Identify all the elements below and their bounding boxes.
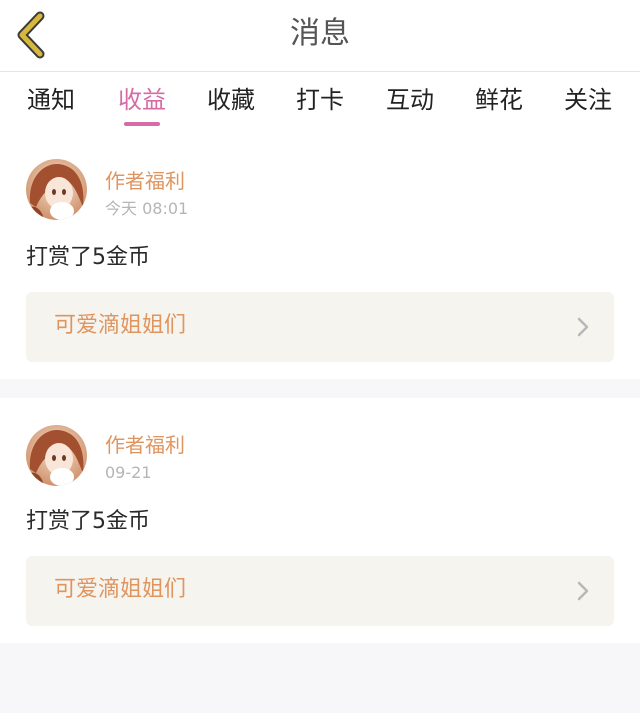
chevron-left-icon xyxy=(17,11,45,59)
message-time: 今天 08:01 xyxy=(105,199,189,218)
tab-checkin[interactable]: 打卡 xyxy=(285,84,355,116)
tab-flowers[interactable]: 鲜花 xyxy=(464,84,534,116)
back-button[interactable] xyxy=(12,10,56,60)
tab-earnings[interactable]: 收益 xyxy=(107,84,177,116)
linked-content-title: 可爱滴姐姐们 xyxy=(54,577,187,602)
tab-following[interactable]: 关注 xyxy=(553,84,623,116)
avatar[interactable] xyxy=(26,425,87,486)
message-text: 打赏了5金币 xyxy=(26,509,150,534)
page-title: 消息 xyxy=(290,16,350,51)
active-tab-indicator xyxy=(124,122,160,126)
message-text: 打赏了5金币 xyxy=(26,245,150,270)
message-card: 作者福利 09-21 打赏了5金币 可爱滴姐姐们 xyxy=(0,398,640,643)
chevron-right-icon xyxy=(577,581,589,601)
linked-content-item[interactable]: 可爱滴姐姐们 xyxy=(26,292,614,362)
author-name: 作者福利 xyxy=(105,433,185,457)
message-card: 作者福利 今天 08:01 打赏了5金币 可爱滴姐姐们 xyxy=(0,132,640,379)
avatar[interactable] xyxy=(26,159,87,220)
tab-bar: 通知 收益 收藏 打卡 互动 鲜花 关注 xyxy=(0,72,640,132)
tab-favorites[interactable]: 收藏 xyxy=(196,84,266,116)
message-time: 09-21 xyxy=(105,463,152,482)
linked-content-title: 可爱滴姐姐们 xyxy=(54,313,187,338)
tab-notifications[interactable]: 通知 xyxy=(16,84,86,116)
chevron-right-icon xyxy=(577,317,589,337)
author-name: 作者福利 xyxy=(105,169,185,193)
linked-content-item[interactable]: 可爱滴姐姐们 xyxy=(26,556,614,626)
top-bar: 消息 xyxy=(0,0,640,72)
tab-interactions[interactable]: 互动 xyxy=(375,84,445,116)
avatar-image xyxy=(26,425,87,486)
avatar-image xyxy=(26,159,87,220)
